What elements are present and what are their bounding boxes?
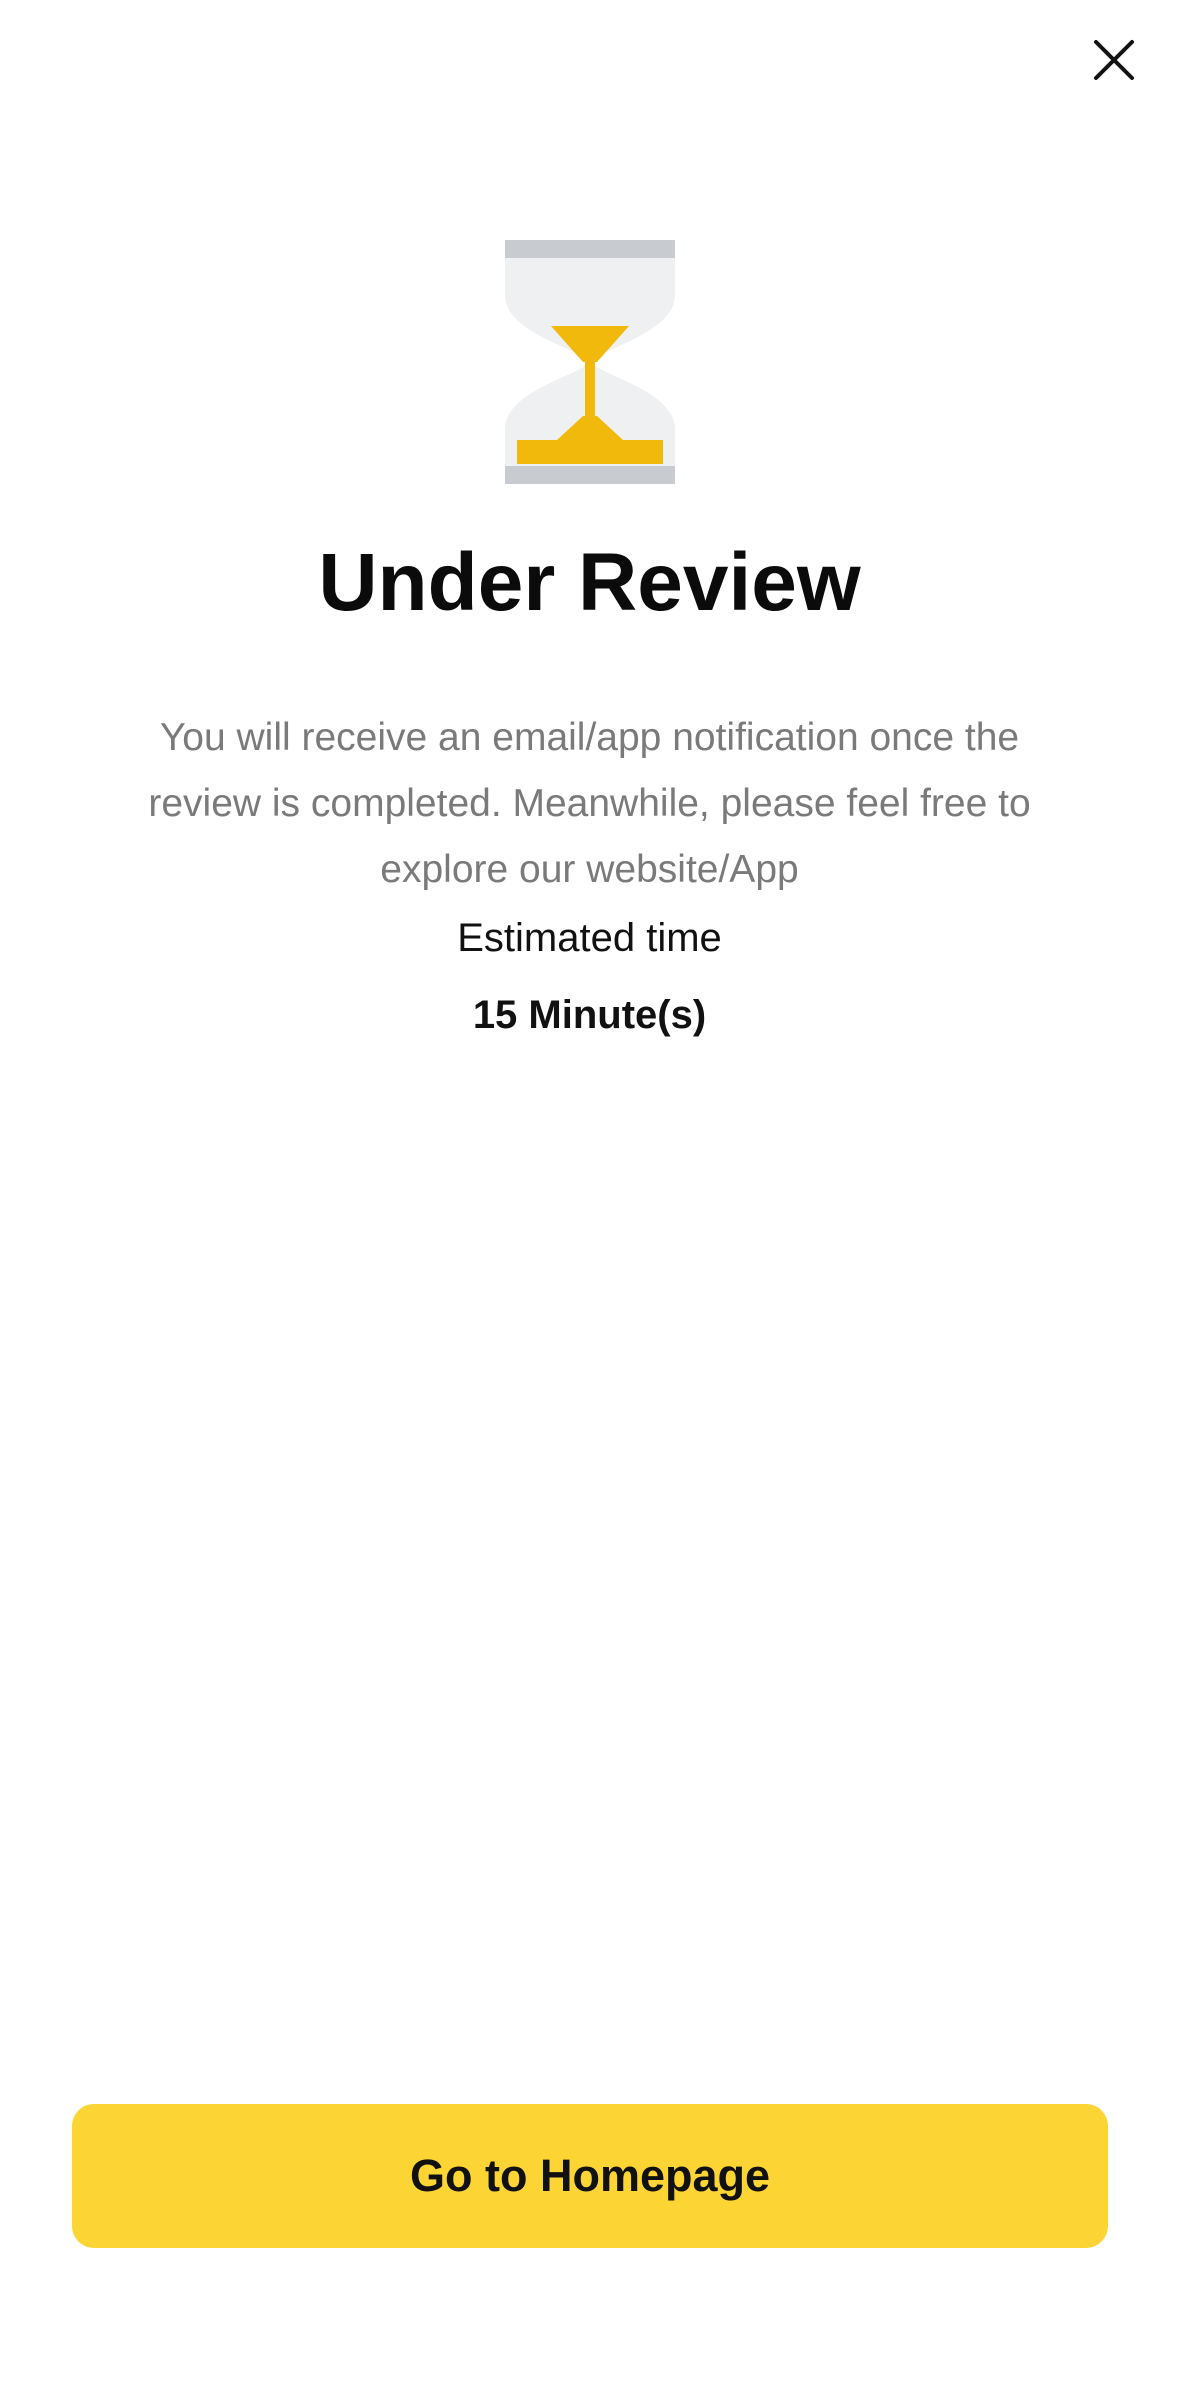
go-to-homepage-button[interactable]: Go to Homepage xyxy=(72,2104,1108,2248)
review-description: You will receive an email/app notificati… xyxy=(148,716,1031,891)
estimated-time-label: Estimated time xyxy=(457,916,722,960)
estimated-time-value: 15 Minute(s) xyxy=(472,993,707,1037)
close-icon xyxy=(1094,40,1134,80)
close-button[interactable] xyxy=(1084,30,1144,90)
hourglass-icon xyxy=(505,240,675,484)
page-title: Under Review xyxy=(318,537,861,628)
